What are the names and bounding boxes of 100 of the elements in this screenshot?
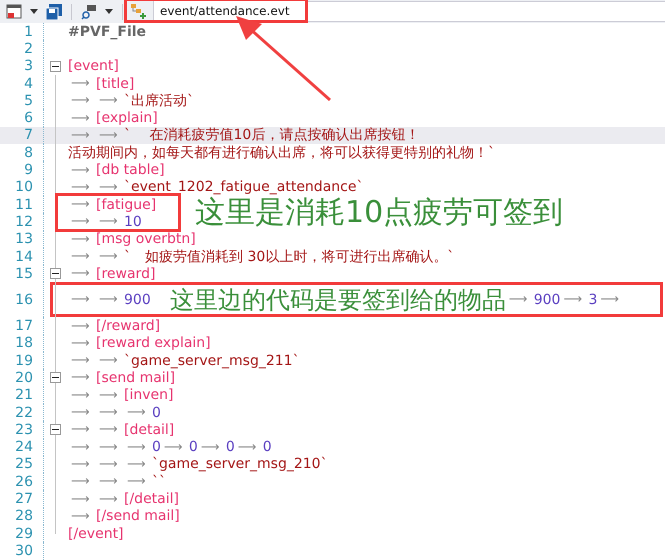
tab-arrow: ⟶	[70, 76, 91, 92]
tab-arrow: ⟶	[70, 180, 91, 195]
tab-arrow: ⟶	[70, 232, 91, 247]
path-field[interactable]: event/attendance.evt	[153, 1, 305, 20]
line-number: 14	[14, 248, 33, 264]
string-literal: ``	[152, 474, 166, 490]
section-tag: [event]	[68, 58, 119, 74]
section-tag: [detail]	[124, 422, 174, 438]
section-tag: [/detail]	[124, 491, 179, 508]
tab-arrow: ⟶	[70, 197, 91, 212]
line-number: 3	[23, 58, 33, 74]
number-literal: 0	[188, 439, 198, 456]
tab-arrow: ⟶	[70, 353, 91, 368]
tab-arrow: ⟶	[98, 128, 119, 143]
tab-arrow: ⟶	[98, 93, 119, 108]
number-literal: 900	[124, 292, 151, 308]
tab-arrow: ⟶	[70, 508, 91, 524]
section-tag: [/send mail]	[96, 508, 180, 524]
section-tag: [reward]	[96, 266, 156, 282]
string-literal: `game_server_msg_210`	[152, 456, 328, 472]
line-number: 20	[14, 370, 33, 386]
line-number: 13	[14, 231, 33, 248]
tab-arrow: ⟶	[70, 318, 91, 334]
fold-toggle[interactable]	[50, 268, 61, 280]
tab-arrow: ⟶	[70, 128, 91, 143]
line-number: 27	[14, 491, 33, 508]
caret-icon	[105, 9, 113, 14]
fold-toggle[interactable]	[50, 372, 61, 384]
minus-icon	[52, 273, 59, 274]
tab-arrow: ⟶	[70, 249, 91, 264]
tab-arrow: ⟶	[70, 405, 91, 420]
tab-arrow: ⟶	[70, 214, 91, 230]
line-number: 7	[23, 127, 33, 144]
line-number: 11	[14, 196, 33, 213]
tab-arrow: ⟶	[562, 292, 584, 308]
tab-arrow: ⟶	[98, 214, 119, 230]
tab-arrow: ⟶	[98, 440, 119, 455]
number-literal: 0	[152, 404, 161, 421]
section-tag: [title]	[96, 76, 134, 92]
tab-arrow: ⟶	[70, 110, 91, 126]
window-button[interactable]	[4, 2, 24, 22]
line-number: 26	[14, 474, 33, 490]
line-number: 12	[14, 214, 33, 230]
save-button[interactable]	[44, 2, 64, 22]
tab-arrow: ⟶	[70, 422, 91, 438]
line-number: 9	[23, 162, 33, 178]
tab-arrow: ⟶	[98, 180, 119, 195]
line-number: 17	[14, 318, 33, 334]
line-number: 22	[14, 404, 33, 421]
tab-arrow: ⟶	[508, 292, 528, 308]
line-number: 28	[14, 508, 33, 524]
number-literal: 0	[262, 439, 272, 456]
caret-icon	[30, 9, 38, 14]
tab-arrow: ⟶	[70, 440, 91, 455]
line-number: 8	[23, 144, 33, 161]
line-number: 24	[14, 439, 33, 456]
tab-arrow: ⟶	[70, 492, 91, 507]
tab-arrow: ⟶	[126, 456, 147, 472]
tab-arrow: ⟶	[70, 292, 91, 308]
line-number: 6	[23, 110, 33, 126]
line-number: 2	[23, 40, 33, 57]
minus-icon	[52, 66, 59, 67]
annotation-note: 这里边的代码是要签到给的物品	[170, 288, 506, 312]
tab-arrow: ⟶	[70, 474, 91, 490]
tab-arrow: ⟶	[200, 440, 220, 455]
line-number: 30	[14, 542, 33, 559]
tab-arrow: ⟶	[98, 353, 119, 368]
number-literal: 3	[588, 292, 598, 308]
annotation-note: 这里是消耗10点疲劳可签到	[195, 198, 564, 228]
line-number: 19	[14, 352, 33, 369]
tab-arrow: ⟶	[126, 474, 147, 490]
search-icon	[81, 4, 97, 20]
fold-toggle[interactable]	[50, 60, 61, 72]
line-number: 5	[23, 92, 33, 109]
minus-icon	[52, 429, 59, 430]
string-literal: `出席活动`	[124, 92, 194, 110]
line-number: 29	[14, 526, 33, 542]
section-tag: [inven]	[124, 387, 174, 404]
tab-arrow: ⟶	[98, 292, 119, 308]
number-literal: 10	[124, 214, 142, 230]
number-literal: 0	[152, 439, 161, 456]
file-header: #PVF_File	[68, 24, 146, 40]
tab-arrow: ⟶	[70, 266, 91, 282]
tab-arrow: ⟶	[236, 440, 258, 455]
tab-arrow: ⟶	[98, 388, 119, 403]
tab-arrow: ⟶	[70, 162, 91, 178]
fold-toggle[interactable]	[50, 424, 61, 436]
line-number: 16	[14, 292, 33, 308]
tab-arrow: ⟶	[98, 405, 119, 420]
tree-icon	[131, 2, 147, 18]
line-number: 23	[14, 422, 33, 438]
tab-arrow: ⟶	[98, 474, 119, 490]
tab-arrow: ⟶	[70, 456, 91, 472]
tab-arrow: ⟶	[70, 388, 91, 403]
line-number: 25	[14, 456, 33, 472]
string-literal: `game_server_msg_211`	[124, 352, 300, 369]
tab-arrow: ⟶	[70, 93, 91, 108]
minus-icon	[52, 377, 59, 378]
tab-arrow: ⟶	[126, 405, 147, 420]
section-tag: [db table]	[96, 162, 165, 178]
